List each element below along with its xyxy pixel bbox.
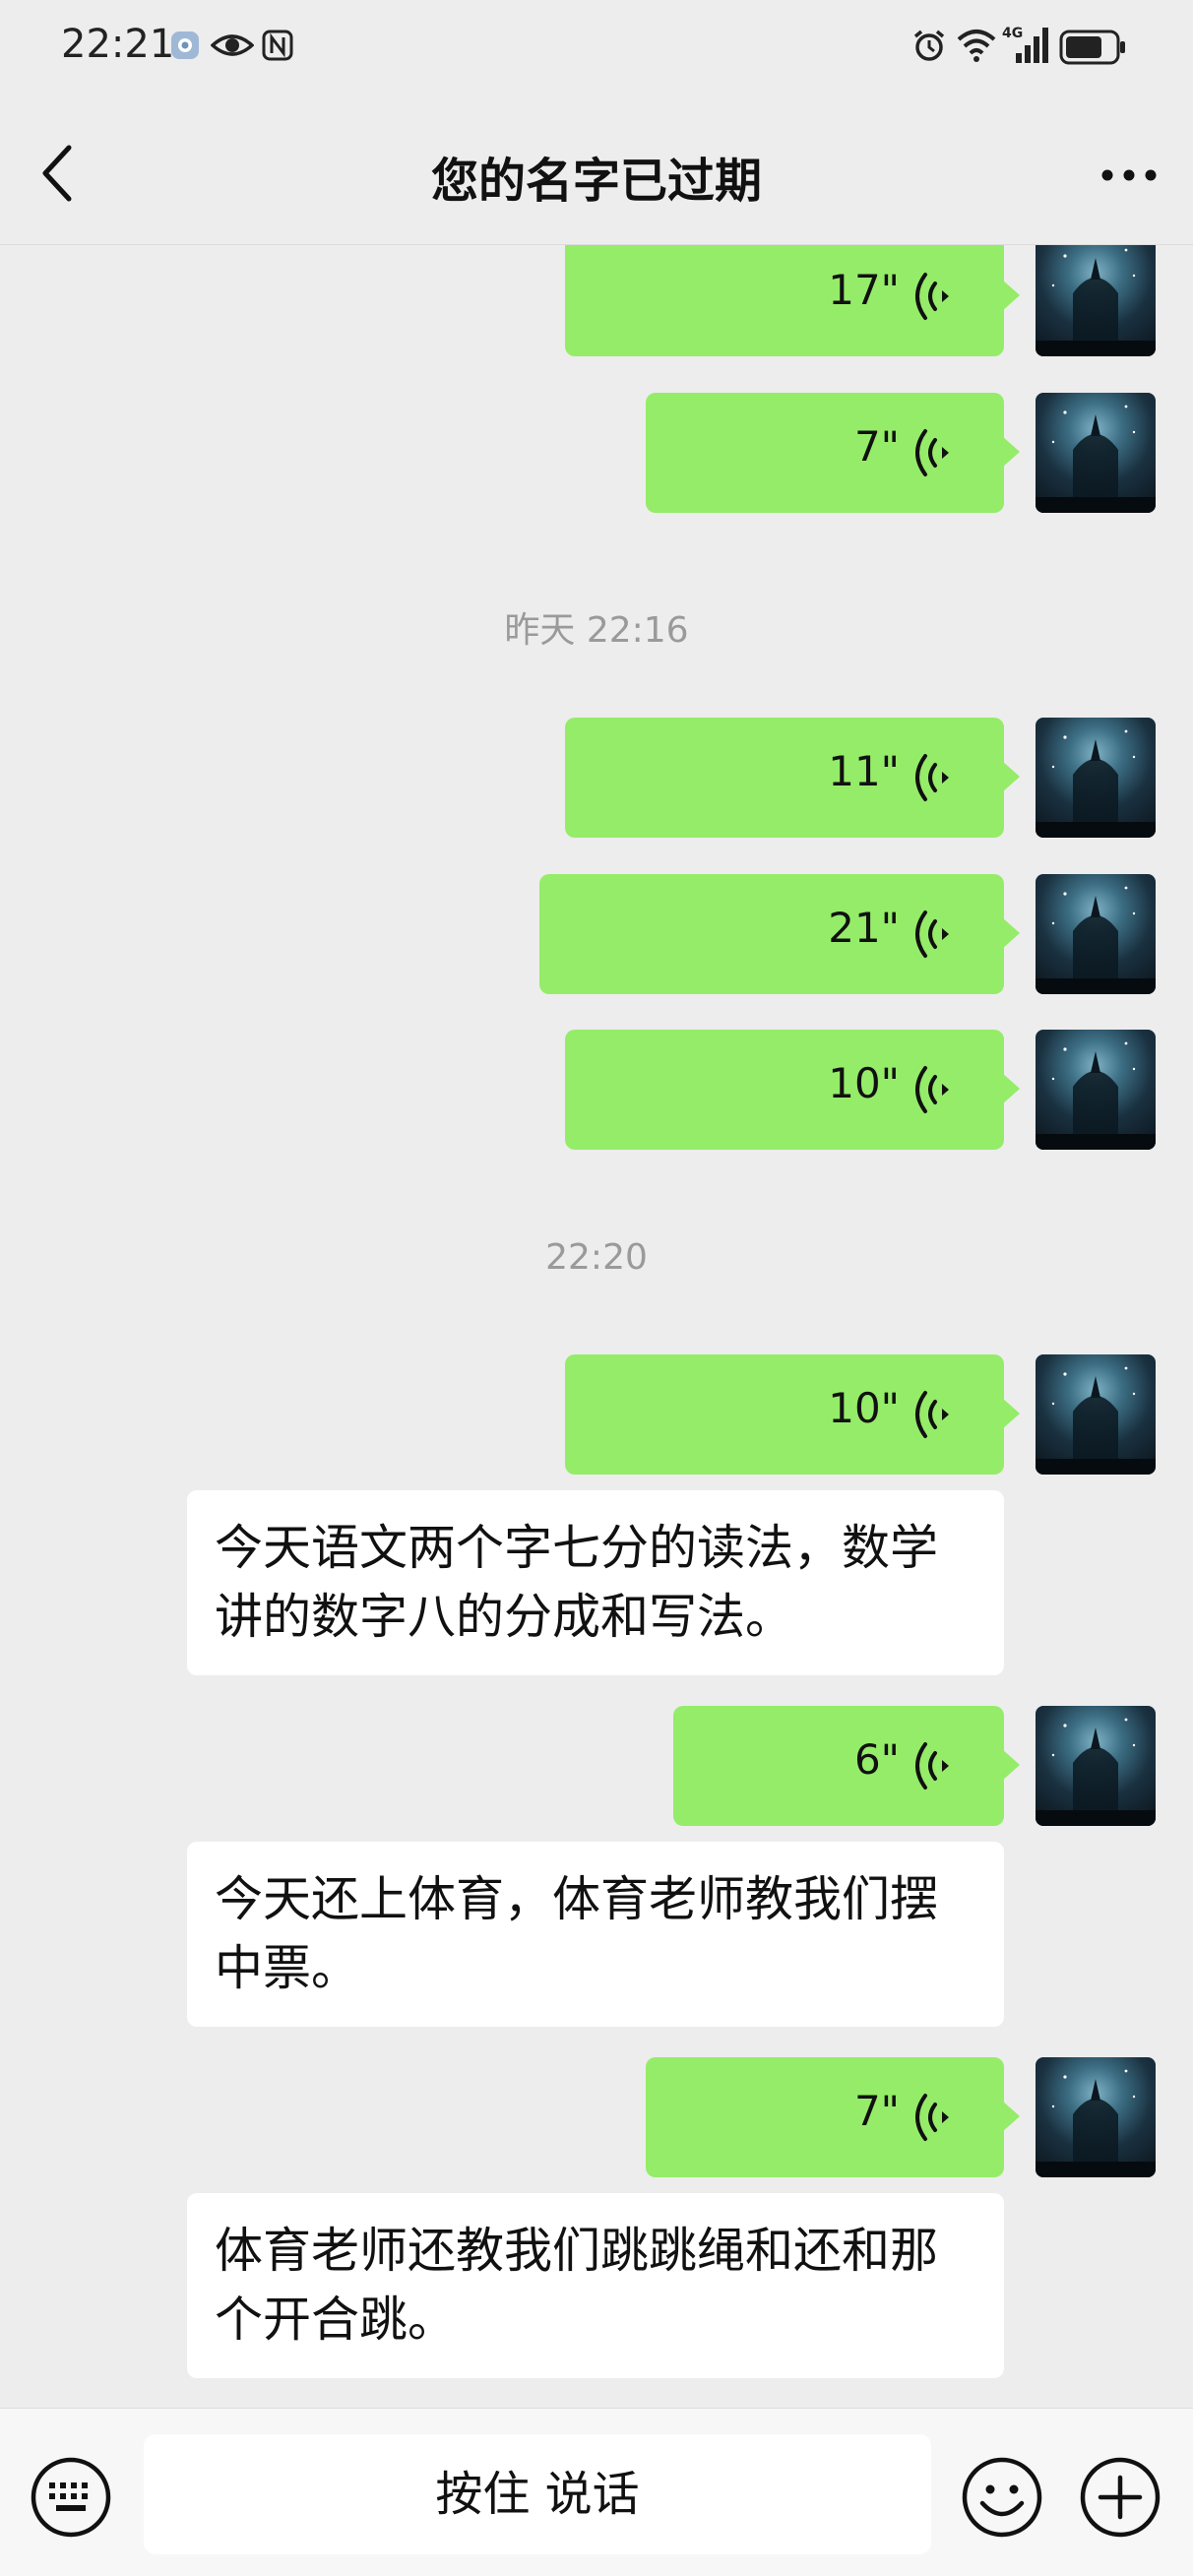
avatar[interactable] [1036,874,1156,994]
transcript-line: 今天语文两个字七分的读法，数学 [215,1520,939,1576]
network-label: 4G [1002,26,1023,41]
voice-bubble[interactable]: 11" [565,718,1020,838]
voice-duration: 7" [853,2087,900,2135]
avatar[interactable] [1036,1030,1156,1150]
avatar[interactable] [1036,393,1156,513]
chat-title: 您的名字已过期 [430,154,762,209]
eye-icon [210,30,255,65]
voice-message: 10" [0,1354,1193,1475]
voice-message: 17" [0,245,1193,356]
transcript-bubble[interactable]: 体育老师还教我们跳跳绳和还和那 个开合跳。 [187,2193,1004,2378]
avatar[interactable] [1036,718,1156,838]
timestamp: 22:20 [545,1237,648,1278]
transcript-line: 今天还上体育，体育老师教我们摆 [215,1871,939,1927]
voice-wave-icon [915,1066,949,1113]
voice-wave-icon [915,429,949,476]
voice-wave-icon [915,754,949,801]
voice-bubble[interactable]: 17" [565,245,1020,356]
alarm-icon [911,28,947,67]
voice-duration: 10" [828,1384,900,1432]
nfc-icon [262,30,293,65]
keyboard-icon [31,2457,111,2538]
battery-icon [1059,30,1128,69]
more-button[interactable] [1095,146,1163,205]
voice-bubble[interactable]: 7" [646,393,1020,513]
more-functions-button[interactable] [1079,2456,1162,2539]
voice-message: 7" [0,2057,1193,2177]
hold-to-talk-button[interactable]: 按住 说话 [144,2434,931,2554]
voice-bubble[interactable]: 7" [646,2057,1020,2177]
voice-bubble[interactable]: 6" [673,1706,1020,1826]
wifi-icon [957,28,996,67]
avatar[interactable] [1036,2057,1156,2177]
message-list[interactable]: 17" 7" 昨天 22:16 11" 21" 10" 22:20 10" 今天… [0,245,1193,2407]
voice-bubble[interactable]: 10" [565,1030,1020,1150]
avatar[interactable] [1036,245,1156,356]
4g-signal-icon: 4G [1002,24,1051,69]
chat-header: 您的名字已过期 [0,98,1193,245]
voice-message: 7" [0,393,1193,513]
voice-bubble[interactable]: 21" [539,874,1020,994]
transcript-bubble[interactable]: 今天语文两个字七分的读法，数学 讲的数字八的分成和写法。 [187,1490,1004,1675]
transcript-line: 体育老师还教我们跳跳绳和还和那 [215,2223,939,2279]
voice-wave-icon [915,273,949,320]
voice-message: 21" [0,874,1193,994]
voice-bubble[interactable]: 10" [565,1354,1020,1475]
voice-wave-icon [915,2094,949,2141]
transcript-line: 个开合跳。 [215,2292,457,2348]
voice-wave-icon [915,1391,949,1438]
voice-duration: 11" [828,747,900,795]
input-bar: 按住 说话 [0,2408,1193,2576]
voice-duration: 21" [828,904,900,952]
more-icon [1101,169,1157,181]
voice-duration: 7" [853,422,900,471]
transcript-line: 中票。 [215,1940,360,1996]
voice-wave-icon [915,1742,949,1790]
app-notification-icon [169,30,201,65]
keyboard-toggle-button[interactable] [30,2456,112,2539]
voice-duration: 10" [828,1059,900,1107]
voice-message: 11" [0,718,1193,838]
plus-icon [1080,2457,1161,2538]
voice-wave-icon [915,911,949,958]
transcript-bubble[interactable]: 今天还上体育，体育老师教我们摆 中票。 [187,1842,1004,2027]
status-time: 22:21 [61,22,175,67]
voice-duration: 6" [853,1735,900,1784]
emoji-icon [962,2457,1042,2538]
timestamp: 昨天 22:16 [504,610,689,651]
avatar[interactable] [1036,1354,1156,1475]
voice-message: 6" [0,1706,1193,1826]
voice-duration: 17" [828,266,900,314]
avatar[interactable] [1036,1706,1156,1826]
transcript-line: 讲的数字八的分成和写法。 [215,1589,794,1645]
voice-message: 10" [0,1030,1193,1150]
status-bar: 22:21 4G [0,0,1193,98]
emoji-button[interactable] [961,2456,1043,2539]
